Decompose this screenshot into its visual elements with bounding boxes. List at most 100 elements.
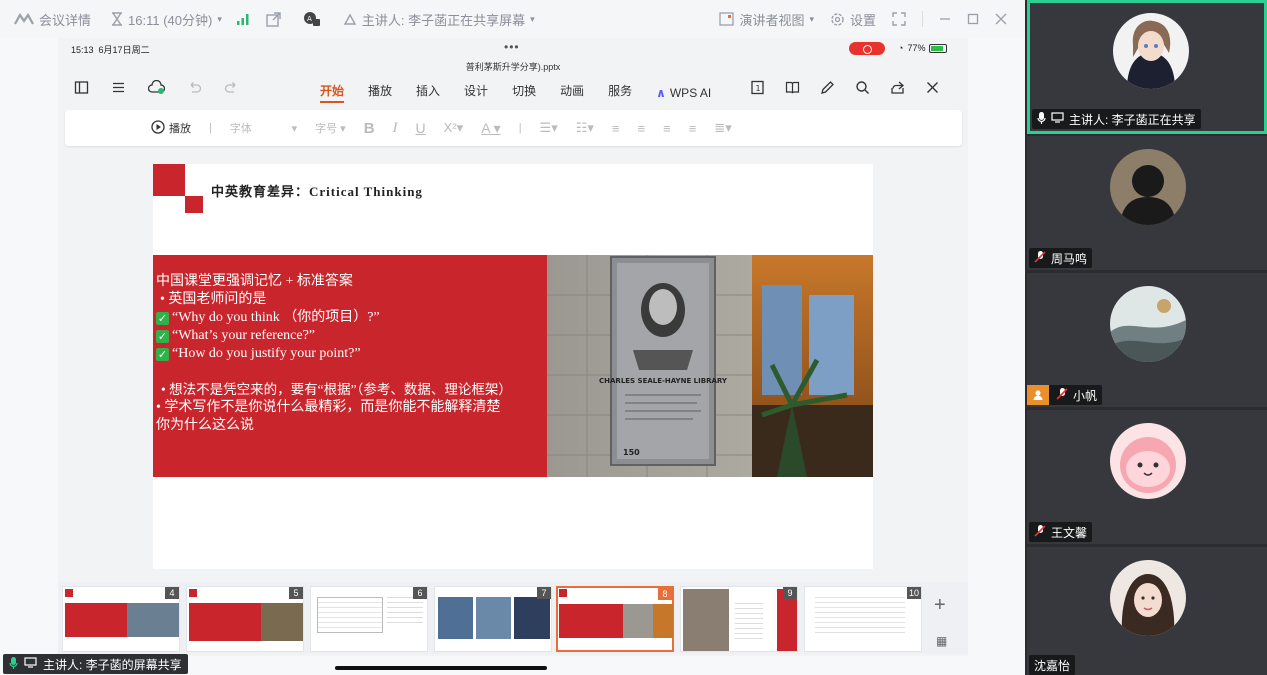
slide-thumbnail[interactable]: 10 <box>804 586 922 652</box>
tab-wps-ai[interactable]: ∧ WPS AI <box>656 82 712 103</box>
slide-thumbnail[interactable]: 5 <box>186 586 304 652</box>
popout-button[interactable] <box>266 11 281 27</box>
presenter-icon <box>343 12 357 26</box>
font-size-select[interactable]: 字号 ▾ <box>315 120 346 136</box>
participant-name: 小帆 <box>1073 388 1098 403</box>
participant-tile[interactable]: 主讲人: 李子菡正在共享 <box>1027 0 1267 134</box>
line-spacing-icon[interactable]: ≣▾ <box>714 120 731 136</box>
screen-share-icon <box>1051 112 1064 126</box>
timer-label: 16:11 (40分钟) <box>128 12 213 28</box>
slide-thumbnail[interactable]: 9 <box>680 586 798 652</box>
undo-icon[interactable] <box>187 80 202 100</box>
slide-line: 中国课堂更强调记忆 + 标准答案 <box>156 274 353 289</box>
tab-wps-ai-label: WPS AI <box>669 85 712 100</box>
check-icon: ✓ <box>156 330 169 343</box>
participant-name-tag: 周马鸣 <box>1029 248 1093 268</box>
minimize-icon[interactable] <box>939 13 951 25</box>
recording-icon <box>849 42 885 55</box>
meeting-details-label: 会议详情 <box>39 12 92 28</box>
underline-icon[interactable]: U <box>416 120 426 136</box>
ribbon-tabs: 开始 播放 插入 设计 切换 动画 服务 ∧ WPS AI <box>320 82 712 103</box>
fullscreen-icon[interactable] <box>892 12 906 26</box>
slide-check-line: ✓ “How do you justify your point?” <box>156 346 361 361</box>
meeting-details-button[interactable]: 会议详情 <box>14 10 91 29</box>
slide-thumbnail[interactable]: 7 <box>434 586 552 652</box>
grid-view-icon[interactable]: ▦ <box>936 634 947 648</box>
external-window-icon <box>266 11 281 27</box>
bullet-list-icon[interactable]: ☰▾ <box>540 120 558 136</box>
close-icon[interactable] <box>925 80 940 100</box>
participant-tile[interactable]: 小帆 <box>1027 273 1267 407</box>
translate-button[interactable]: A <box>303 11 321 27</box>
maximize-icon[interactable] <box>967 13 979 25</box>
play-circle-icon <box>151 119 165 137</box>
thumbnail-number: 7 <box>537 587 551 599</box>
search-icon[interactable] <box>855 80 870 100</box>
align-right-icon[interactable]: ≡ <box>663 121 671 136</box>
superscript-icon[interactable]: X²▾ <box>444 120 464 136</box>
numbered-list-icon[interactable]: ☷▾ <box>576 120 594 136</box>
slide-line: • 想法不是凭空来的，要有“根据”（参考、数据、理论框架） <box>161 382 512 397</box>
signal-indicator[interactable] <box>236 12 250 26</box>
slide-line: • 学术写作不是你说什么最精彩，而是你能不能解释清楚 <box>156 400 501 415</box>
settings-label: 设置 <box>849 12 876 28</box>
thumbnail-number: 9 <box>783 587 797 599</box>
avatar <box>1113 13 1189 89</box>
participant-tile[interactable]: 周马鸣 <box>1027 136 1267 270</box>
tab-transition[interactable]: 切换 <box>512 82 536 103</box>
settings-button[interactable]: 设置 <box>830 10 876 29</box>
participant-tile[interactable]: 王文馨 <box>1027 410 1267 544</box>
font-color-icon[interactable]: A ▾ <box>481 120 500 137</box>
italic-icon[interactable]: I <box>393 120 398 137</box>
wifi-icon: ◔ <box>898 43 904 53</box>
pen-icon[interactable] <box>820 80 835 100</box>
tab-animation[interactable]: 动画 <box>560 82 584 103</box>
hourglass-icon <box>111 12 123 26</box>
plaque-number: 150 <box>623 448 640 457</box>
align-left-icon[interactable]: ≡ <box>612 121 620 136</box>
slide-thumbnail[interactable]: 4 <box>62 586 180 652</box>
sidebar-toggle-icon[interactable] <box>74 80 89 100</box>
tab-design[interactable]: 设计 <box>464 82 488 103</box>
status-time-date: 15:13 6月17日周二 <box>71 45 150 55</box>
svg-text:1: 1 <box>756 84 761 93</box>
tab-play[interactable]: 播放 <box>368 82 392 103</box>
slide-line: 你为什么这么说 <box>156 418 254 433</box>
participant-name: 王文馨 <box>1051 525 1088 540</box>
tab-insert[interactable]: 插入 <box>416 82 440 103</box>
speaker-view-button[interactable]: 演讲者视图 ▾ <box>719 10 814 29</box>
slide-thumbnail[interactable]: 6 <box>310 586 428 652</box>
participant-name-tag: 主讲人: 李子菡正在共享 <box>1032 109 1201 129</box>
play-button[interactable]: 播放 <box>151 119 191 137</box>
share-icon[interactable] <box>890 80 905 100</box>
thumbnail-number: 4 <box>165 587 179 599</box>
participant-tile[interactable]: 沈嘉怡 <box>1027 547 1267 675</box>
participant-name-tag: 小帆 <box>1027 385 1103 405</box>
check-icon: ✓ <box>156 312 169 325</box>
tab-service[interactable]: 服务 <box>608 82 632 103</box>
meeting-timer[interactable]: 16:11 (40分钟) ▾ <box>111 10 222 29</box>
wps-app-bar: 开始 播放 插入 设计 切换 动画 服务 ∧ WPS AI 1 <box>58 76 968 106</box>
bold-icon[interactable]: B <box>364 120 375 137</box>
default-avatar-icon <box>1027 385 1049 405</box>
font-family-select[interactable]: 字体 ▾ <box>230 120 297 136</box>
avatar <box>1110 286 1186 362</box>
add-slide-icon[interactable]: + <box>934 594 946 617</box>
book-icon[interactable] <box>785 80 800 100</box>
presenter-share-label: 主讲人: 李子菡的屏幕共享 <box>43 657 182 672</box>
page-icon[interactable]: 1 <box>750 80 765 100</box>
redo-icon[interactable] <box>224 80 239 100</box>
slide-decor-square <box>185 196 203 213</box>
menu-icon[interactable] <box>111 80 126 100</box>
tab-home[interactable]: 开始 <box>320 82 345 103</box>
slide-thumbnail-selected[interactable]: 8 <box>556 586 674 652</box>
presenter-status[interactable]: 主讲人: 李子菡正在共享屏幕 ▾ <box>343 10 535 29</box>
signal-bars-icon <box>236 12 250 26</box>
close-icon[interactable] <box>995 13 1007 25</box>
justify-icon[interactable]: ≡ <box>689 121 697 136</box>
speaker-view-label: 演讲者视图 <box>739 12 805 28</box>
current-slide[interactable]: 中英教育差异：Critical Thinking 中国课堂更强调记忆 + 标准答… <box>153 164 873 569</box>
home-indicator <box>335 666 547 670</box>
cloud-saved-icon[interactable] <box>147 79 166 100</box>
align-center-icon[interactable]: ≡ <box>638 121 646 136</box>
